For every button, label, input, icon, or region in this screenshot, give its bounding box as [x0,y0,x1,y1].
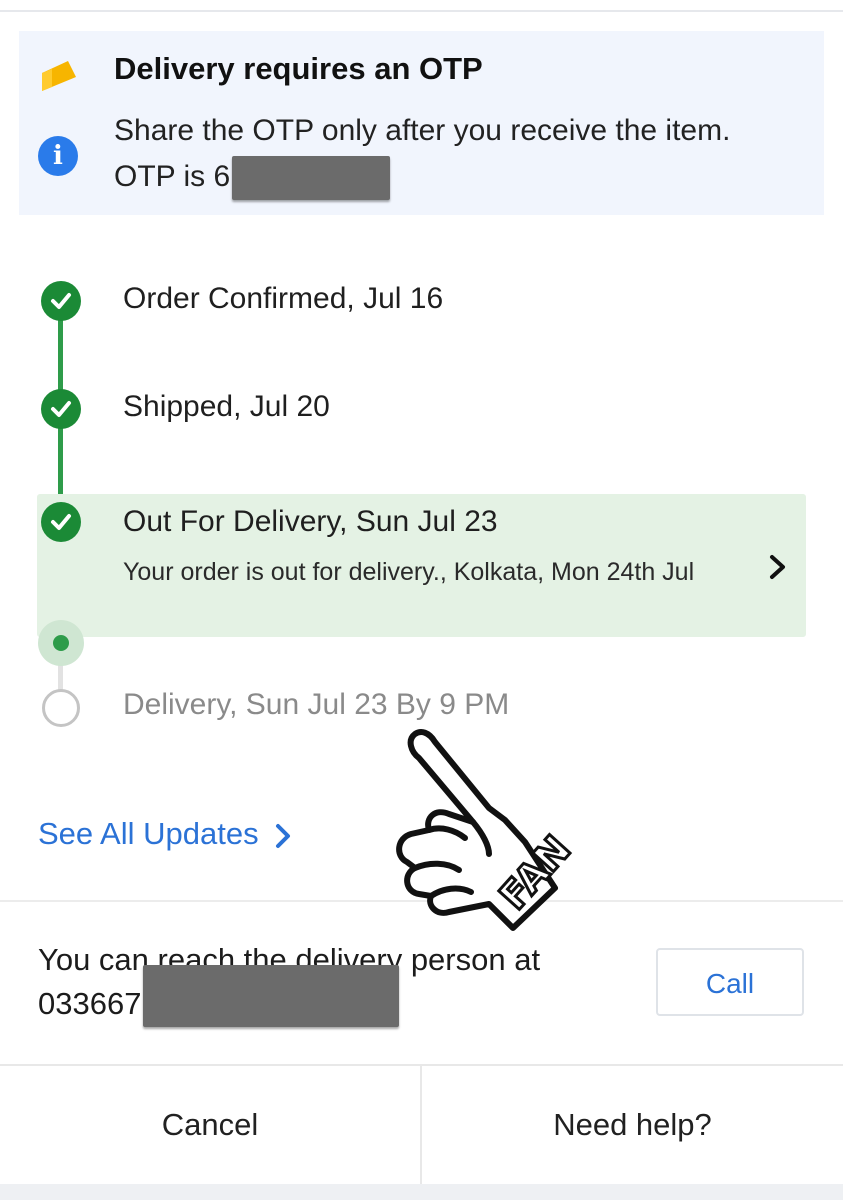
step-out-for-delivery-detail: Your order is out for delivery., Kolkata… [123,558,695,586]
chevron-right-icon [275,823,290,848]
need-help-button[interactable]: Need help? [422,1066,843,1184]
see-all-updates-label: See All Updates [38,816,259,851]
pointing-hand-sticker: FAN [385,722,585,957]
step-out-for-delivery: Out For Delivery, Sun Jul 23 [123,505,498,538]
step-check-icon [41,389,81,429]
step-order-confirmed: Order Confirmed, Jul 16 [123,282,444,315]
cancel-button[interactable]: Cancel [0,1066,422,1184]
step-shipped: Shipped, Jul 20 [123,390,330,423]
flag-icon [40,57,80,98]
step-check-icon [41,281,81,321]
bottom-action-bar: Cancel Need help? [0,1064,843,1186]
otp-message-text: Share the OTP only after you receive the… [114,114,731,193]
see-all-updates-link[interactable]: See All Updates [38,816,293,852]
info-icon: i [38,136,78,176]
delivery-phone: 033667 [38,986,142,1021]
step-delivery: Delivery, Sun Jul 23 By 9 PM [123,688,510,721]
otp-message: Share the OTP only after you receive the… [114,108,774,201]
chevron-right-icon[interactable] [766,553,790,586]
phone-redaction [143,964,400,1027]
otp-banner: i Delivery requires an OTP Share the OTP… [19,31,824,215]
progress-indicator [38,620,84,666]
otp-redaction [232,156,391,201]
call-button[interactable]: Call [656,948,804,1016]
top-divider [0,0,843,12]
otp-title: Delivery requires an OTP [114,51,483,86]
bottom-strip [0,1184,843,1200]
pending-step-circle-icon [42,689,80,727]
step-check-icon [41,502,81,542]
